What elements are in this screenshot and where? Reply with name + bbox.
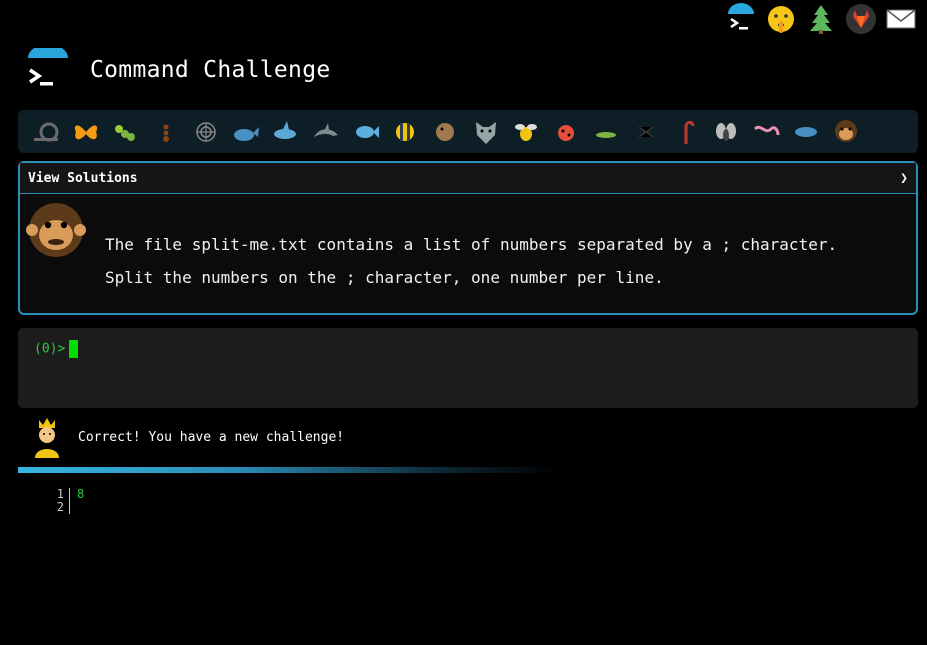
line-content: 8: [77, 487, 85, 501]
dolphin-icon[interactable]: [306, 112, 346, 152]
page-title: Command Challenge: [90, 57, 331, 83]
blowfish-icon[interactable]: [426, 112, 466, 152]
princess-icon: [30, 416, 64, 458]
chevron-right-icon: ❯: [900, 170, 908, 186]
logo-icon[interactable]: [26, 48, 70, 92]
challenge-text-line1: The file split-me.txt contains a list of…: [105, 235, 838, 254]
gitlab-icon[interactable]: [845, 3, 877, 35]
spider-web-icon[interactable]: [186, 112, 226, 152]
feedback-row: Correct! You have a new challenge!: [30, 416, 344, 458]
butterfly-icon[interactable]: [66, 112, 106, 152]
progress-bar: [18, 467, 558, 473]
ladybug-icon[interactable]: [546, 112, 586, 152]
fly-icon[interactable]: [706, 112, 746, 152]
ant-icon[interactable]: [146, 112, 186, 152]
view-solutions-toggle[interactable]: View Solutions ❯: [20, 163, 916, 194]
cricket-icon[interactable]: [586, 112, 626, 152]
line-content: [70, 501, 77, 514]
bee-icon[interactable]: [506, 112, 546, 152]
mail-icon[interactable]: [885, 3, 917, 35]
scorpion-icon[interactable]: [666, 112, 706, 152]
logo-icon[interactable]: [725, 3, 757, 35]
chimp-icon[interactable]: [826, 112, 866, 152]
fish-icon[interactable]: [346, 112, 386, 152]
output-panel: 1 8 2: [52, 488, 84, 514]
microbe-icon[interactable]: [786, 112, 826, 152]
line-number: 2: [52, 501, 70, 514]
snail-icon[interactable]: [26, 112, 66, 152]
shush-face-icon[interactable]: [765, 3, 797, 35]
terminal-prompt: (0)>: [34, 341, 66, 357]
terminal-prompt-line: (0)>: [34, 340, 79, 358]
spider-icon[interactable]: [626, 112, 666, 152]
tree-icon[interactable]: [805, 3, 837, 35]
chimp-avatar-icon: [26, 202, 86, 262]
solutions-panel: View Solutions ❯ The file split-me.txt c…: [18, 161, 918, 315]
challenge-text-line2: Split the numbers on the ; character, on…: [105, 268, 664, 287]
challenge-description: The file split-me.txt contains a list of…: [105, 228, 837, 294]
header: Command Challenge: [26, 48, 331, 92]
view-solutions-label: View Solutions: [28, 170, 138, 186]
caterpillar-icon[interactable]: [106, 112, 146, 152]
tropical-fish-icon[interactable]: [386, 112, 426, 152]
terminal-cursor[interactable]: [69, 340, 79, 358]
whale-icon[interactable]: [226, 112, 266, 152]
challenge-animal-bar: [18, 110, 918, 153]
terminal[interactable]: (0)>: [18, 328, 918, 408]
wolf-icon[interactable]: [466, 112, 506, 152]
output-line: 2: [52, 501, 84, 514]
topbar-icons: [725, 3, 917, 35]
shark-icon[interactable]: [266, 112, 306, 152]
feedback-message: Correct! You have a new challenge!: [78, 429, 345, 445]
worm-icon[interactable]: [746, 112, 786, 152]
